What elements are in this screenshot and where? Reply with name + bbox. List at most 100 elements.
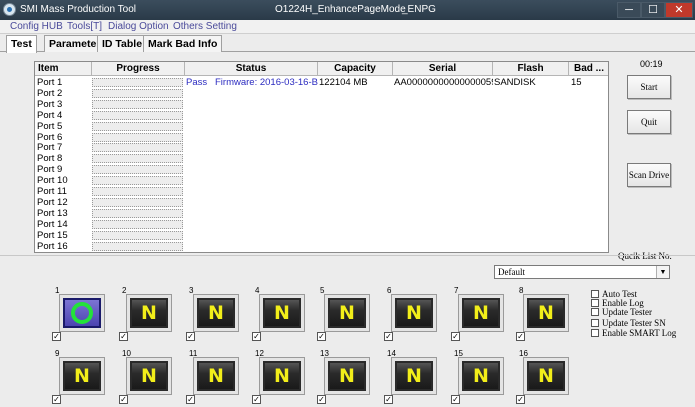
status-firmware: Firmware: 2016-03-16-BE [215, 77, 318, 88]
port-status-display: N [130, 361, 168, 391]
port-tile[interactable]: 10 N ✓ [118, 349, 172, 407]
port-status-display: N [197, 361, 235, 391]
port-status-letter: N [406, 302, 422, 324]
app-icon [3, 3, 16, 16]
port-tile[interactable]: 16 N ✓ [515, 349, 569, 407]
port-frame: N [324, 357, 370, 395]
table-row[interactable]: Port 15 [37, 230, 68, 241]
tab-test[interactable]: Test [6, 35, 37, 53]
port-checkbox[interactable]: ✓ [252, 332, 261, 341]
quick-list-select[interactable]: Default ▼ [494, 265, 670, 279]
port-tile[interactable]: 1 ✓ [51, 286, 105, 344]
port-tile[interactable]: 11 N ✓ [185, 349, 239, 407]
progress-bar [92, 154, 183, 164]
port-checkbox[interactable]: ✓ [516, 332, 525, 341]
option-update-tester-sn[interactable]: Update Tester SN [591, 318, 666, 328]
menu-others-setting[interactable]: Others Setting [173, 21, 237, 32]
progress-bar [92, 132, 183, 142]
bad-value: 15 [571, 77, 582, 88]
scan-drive-button[interactable]: Scan Drive [627, 163, 671, 187]
col-bad[interactable]: Bad ... [569, 62, 608, 76]
col-progress[interactable]: Progress [92, 62, 185, 76]
window-mode: O1224H_EnhancePageMode [275, 4, 406, 15]
menu-tools[interactable]: Tools[T] [67, 21, 102, 32]
table-row[interactable]: Port 16 [37, 241, 68, 252]
col-status[interactable]: Status [185, 62, 318, 76]
status-pass: Pass [186, 77, 208, 88]
checkbox[interactable] [591, 319, 599, 327]
quit-button[interactable]: Quit [627, 110, 671, 134]
port-frame: N [259, 294, 305, 332]
table-row[interactable]: Port 7 [37, 142, 62, 153]
port-checkbox[interactable]: ✓ [186, 332, 195, 341]
port-tile[interactable]: 7 N ✓ [450, 286, 504, 344]
option-update-tester[interactable]: Update Tester [591, 307, 652, 317]
progress-bar [92, 165, 183, 175]
option-label: Update Tester [602, 307, 652, 317]
menu-dialog-option[interactable]: Dialog Option [108, 21, 169, 32]
quick-list-label: Qucik List No. [618, 251, 672, 261]
maximize-button[interactable]: ☐ [641, 2, 665, 18]
port-tile[interactable]: 6 N ✓ [383, 286, 437, 344]
table-row[interactable]: Port 14 [37, 219, 68, 230]
table-row[interactable]: Port 4 [37, 110, 62, 121]
port-tile[interactable]: 5 N ✓ [316, 286, 370, 344]
port-tile[interactable]: 9 N ✓ [51, 349, 105, 407]
port-tile[interactable]: 14 N ✓ [383, 349, 437, 407]
port-checkbox[interactable]: ✓ [317, 332, 326, 341]
checkbox[interactable] [591, 299, 599, 307]
table-row[interactable]: Port 11 [37, 186, 67, 197]
option-enable-smart-log[interactable]: Enable SMART Log [591, 328, 676, 338]
progress-bar [92, 187, 183, 196]
col-item[interactable]: Item [35, 62, 92, 76]
table-row[interactable]: Port 6 [37, 132, 62, 143]
tab-strip: Test Parameter ID Table Mark Bad Info [0, 34, 695, 53]
table-row[interactable]: Port 10 [37, 175, 68, 186]
port-checkbox[interactable]: ✓ [119, 332, 128, 341]
port-checkbox[interactable]: ✓ [384, 332, 393, 341]
port-tile[interactable]: 8 N ✓ [515, 286, 569, 344]
col-serial[interactable]: Serial [393, 62, 493, 76]
port-status-display: N [197, 298, 235, 328]
port-list[interactable]: Item Progress Status Capacity Serial Fla… [34, 61, 609, 253]
port-tile[interactable]: 4 N ✓ [251, 286, 305, 344]
table-row[interactable]: Port 1 [37, 77, 62, 88]
checkbox[interactable] [591, 290, 599, 298]
port-tile[interactable]: 15 N ✓ [450, 349, 504, 407]
menu-config-hub[interactable]: Config HUB [10, 21, 63, 32]
window-suffix: _ENPG [402, 4, 436, 15]
col-flash[interactable]: Flash [493, 62, 569, 76]
checkbox[interactable] [591, 329, 599, 337]
serial-value: AA000000000000000590 [394, 77, 493, 88]
table-row[interactable]: Port 9 [37, 164, 62, 175]
chevron-down-icon[interactable]: ▼ [656, 266, 669, 278]
table-row[interactable]: Port 13 [37, 208, 68, 219]
progress-bar [92, 241, 183, 251]
list-header: Item Progress Status Capacity Serial Fla… [35, 62, 608, 76]
col-capacity[interactable]: Capacity [318, 62, 393, 76]
table-row[interactable]: Port 3 [37, 99, 62, 110]
progress-bar [92, 121, 183, 131]
port-checkbox[interactable]: ✓ [451, 332, 460, 341]
close-button[interactable]: ✕ [665, 2, 693, 18]
port-frame: N [391, 294, 437, 332]
tab-mark-bad-info[interactable]: Mark Bad Info [143, 35, 223, 52]
table-row[interactable]: Port 8 [37, 153, 62, 164]
progress-bar [92, 78, 183, 87]
start-button[interactable]: Start [627, 75, 671, 99]
port-frame: N [126, 294, 172, 332]
table-row[interactable]: Port 12 [37, 197, 68, 208]
table-row[interactable]: Port 2 [37, 88, 62, 99]
port-tile[interactable]: 12 N ✓ [251, 349, 305, 407]
table-row[interactable]: Port 5 [37, 121, 62, 132]
port-tile[interactable]: 2 N ✓ [118, 286, 172, 344]
port-frame: N [193, 294, 239, 332]
minimize-button[interactable]: ─ [617, 2, 641, 18]
port-checkbox[interactable]: ✓ [52, 332, 61, 341]
port-tile[interactable]: 3 N ✓ [185, 286, 239, 344]
window-title: SMI Mass Production Tool [20, 4, 136, 15]
port-tile[interactable]: 13 N ✓ [316, 349, 370, 407]
tab-id-table[interactable]: ID Table [97, 35, 148, 52]
checkbox[interactable] [591, 308, 599, 316]
port-status-display: N [527, 298, 565, 328]
